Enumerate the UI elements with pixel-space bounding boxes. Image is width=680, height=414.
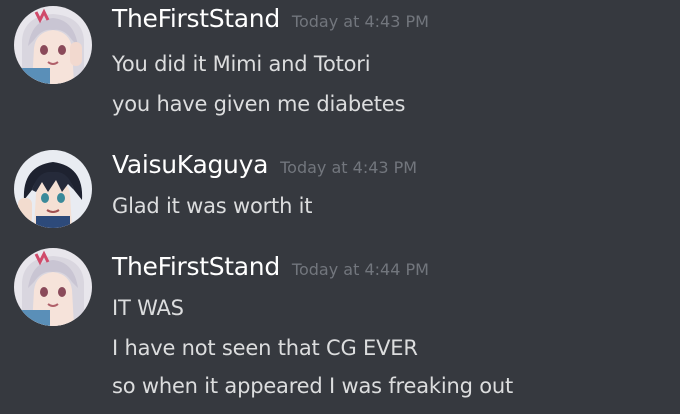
message-text: so when it appeared I was freaking out	[112, 374, 513, 398]
message-text: You did it Mimi and Totori	[112, 52, 371, 76]
silver-hair-girl-avatar-image	[14, 248, 92, 326]
message-text: IT WAS	[112, 296, 184, 320]
message-header: VaisuKaguya Today at 4:43 PM	[112, 150, 417, 186]
message-text: you have given me diabetes	[112, 92, 406, 116]
timestamp: Today at 4:43 PM	[280, 158, 418, 177]
timestamp: Today at 4:44 PM	[291, 260, 429, 279]
message-group: TheFirstStand Today at 4:44 PM IT WAS I …	[0, 248, 680, 414]
avatar[interactable]	[14, 6, 92, 84]
avatar[interactable]	[14, 248, 92, 326]
username[interactable]: TheFirstStand	[112, 252, 280, 281]
message-header: TheFirstStand Today at 4:44 PM	[112, 252, 429, 288]
timestamp: Today at 4:43 PM	[291, 12, 429, 31]
message-group: VaisuKaguya Today at 4:43 PM Glad it was…	[0, 148, 680, 238]
message-group: TheFirstStand Today at 4:43 PM You did i…	[0, 4, 680, 124]
chat-messages: TheFirstStand Today at 4:43 PM You did i…	[0, 0, 680, 414]
avatar[interactable]	[14, 150, 92, 228]
message-text: Glad it was worth it	[112, 194, 313, 218]
message-text: I have not seen that CG EVER	[112, 336, 418, 360]
message-header: TheFirstStand Today at 4:43 PM	[112, 4, 429, 40]
dark-hair-boy-avatar-image	[14, 150, 92, 228]
username[interactable]: TheFirstStand	[112, 4, 280, 33]
username[interactable]: VaisuKaguya	[112, 150, 268, 179]
silver-hair-girl-avatar-image	[14, 6, 92, 84]
